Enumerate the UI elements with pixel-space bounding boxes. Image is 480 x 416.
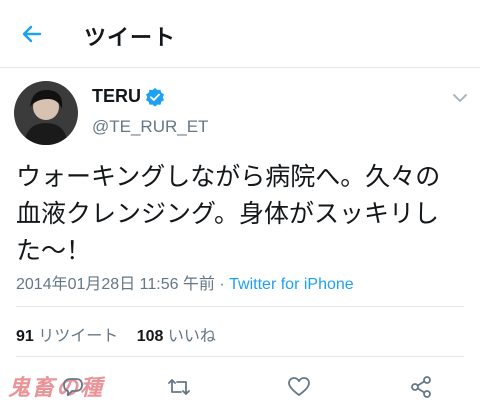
heart-icon[interactable] [286,374,312,400]
tweet-metadata: 2014年01月28日 11:56 午前 · Twitter for iPhon… [16,270,354,294]
reply-icon[interactable] [60,374,86,400]
likes-label: いいね [167,328,216,345]
engagement-stats: 91 リツイート 108 いいね [16,322,216,346]
divider [16,306,464,307]
chevron-down-icon[interactable] [452,92,468,104]
tweet-source-link[interactable]: Twitter for iPhone [229,276,354,293]
display-name[interactable]: TERU [92,86,141,107]
retweets-stat[interactable]: 91 リツイート [16,328,118,345]
top-bar: ツイート [0,0,480,68]
watermark: 鬼畜の種 [8,375,105,401]
back-arrow-icon[interactable] [20,22,44,46]
likes-stat[interactable]: 108 いいね [137,328,216,345]
page-title: ツイート [84,26,177,51]
divider [16,356,464,357]
retweets-label: リツイート [38,328,119,345]
likes-count: 108 [136,328,164,345]
tweet-timestamp[interactable]: 2014年01月28日 11:56 午前 [16,276,215,293]
avatar[interactable] [14,81,78,145]
share-icon[interactable] [408,374,434,400]
tweet-text: ウォーキングしながら病院へ。久々の 血液クレンジング。身体がスッキリし た〜！ [16,162,441,265]
user-handle[interactable]: @TE_RUR_ET [92,117,208,137]
verified-badge-icon [146,88,164,107]
meta-separator: · [214,276,230,293]
retweet-icon[interactable] [166,374,192,400]
retweets-count: 91 [16,328,34,345]
